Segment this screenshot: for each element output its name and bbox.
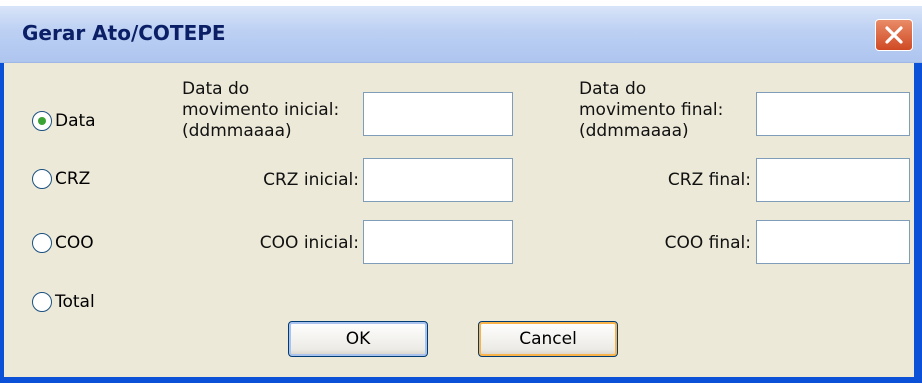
window-title: Gerar Ato/COTEPE xyxy=(22,21,226,45)
radio-circle xyxy=(32,111,52,131)
coo-inicial-input[interactable] xyxy=(363,220,513,264)
coo-inicial-label: COO inicial: xyxy=(259,233,359,253)
radio-coo-label: COO xyxy=(55,233,94,253)
data-final-label-line2: movimento final: xyxy=(579,100,724,120)
radio-total-label: Total xyxy=(55,292,95,312)
dialog-client-area: Data CRZ COO Total Data do movimento ini… xyxy=(4,63,914,377)
radio-circle xyxy=(32,169,52,189)
crz-inicial-label: CRZ inicial: xyxy=(263,170,359,190)
radio-data[interactable]: Data xyxy=(32,111,96,131)
data-inicial-label-line2: movimento inicial: xyxy=(182,100,340,120)
ok-button[interactable]: OK xyxy=(288,321,428,357)
crz-final-input[interactable] xyxy=(756,158,910,202)
data-final-input[interactable] xyxy=(756,92,910,136)
radio-circle xyxy=(32,233,52,253)
coo-final-label: COO final: xyxy=(664,233,751,253)
radio-crz-label: CRZ xyxy=(55,169,91,189)
title-bar[interactable]: Gerar Ato/COTEPE xyxy=(0,6,922,63)
data-final-label: Data do movimento final: (ddmmaaaa) xyxy=(579,79,723,142)
crz-final-label: CRZ final: xyxy=(667,170,751,190)
data-inicial-label: Data do movimento inicial: (ddmmaaaa) xyxy=(182,79,339,142)
dialog-window: Gerar Ato/COTEPE Data CRZ COO Total Data… xyxy=(0,6,922,383)
radio-coo[interactable]: COO xyxy=(32,233,94,253)
data-inicial-input[interactable] xyxy=(363,92,513,136)
data-inicial-label-line1: Data do xyxy=(182,79,250,99)
cancel-button[interactable]: Cancel xyxy=(478,321,618,357)
data-final-label-line1: Data do xyxy=(579,79,647,99)
radio-circle xyxy=(32,292,52,312)
radio-crz[interactable]: CRZ xyxy=(32,169,90,189)
close-icon xyxy=(885,26,903,44)
close-button[interactable] xyxy=(875,19,913,51)
radio-data-label: Data xyxy=(55,111,96,131)
data-final-label-line3: (ddmmaaaa) xyxy=(579,121,689,141)
radio-total[interactable]: Total xyxy=(32,292,95,312)
coo-final-input[interactable] xyxy=(756,220,910,264)
radio-selected-dot xyxy=(38,117,46,125)
data-inicial-label-line3: (ddmmaaaa) xyxy=(182,121,292,141)
crz-inicial-input[interactable] xyxy=(363,158,513,202)
